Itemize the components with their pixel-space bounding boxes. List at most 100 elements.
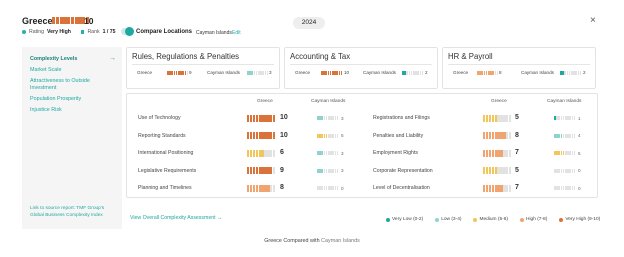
row-label: Planning and Timelines (138, 185, 192, 191)
sidebar-item-attractiveness[interactable]: Attractiveness to Outside Investment (30, 78, 116, 91)
arrow-right-icon: → (109, 55, 116, 62)
legend: Very Low (0-2) Low (3-4) Medium (5-6) Hi… (386, 217, 600, 222)
row-label: Reporting Standards (138, 132, 186, 139)
card-bar-b (247, 70, 269, 75)
card-accounting-tax[interactable]: Accounting & Tax Greece 10 Cayman Island… (284, 47, 438, 89)
row-label: Legislative Requirements (138, 167, 197, 174)
country-name: Greece (22, 16, 53, 26)
row-bar-cayman (317, 151, 339, 155)
row-bar-cayman (554, 133, 576, 138)
row-score-greece: 9 (280, 166, 284, 174)
row-bar-greece (247, 149, 276, 157)
card-scores-row: Greece 10 Cayman Islands 2 (295, 70, 431, 76)
compare-toggle[interactable] (121, 27, 134, 36)
legend-item: Very Low (0-2) (386, 217, 423, 222)
close-icon[interactable]: × (590, 15, 596, 26)
sidebar-item-population-prosperity[interactable]: Population Prosperity (30, 96, 81, 103)
row-bar-cayman (317, 168, 339, 173)
row-label: Registrations and Filings (373, 115, 430, 121)
row-label: International Positioning (138, 150, 194, 156)
footer-prefix: Greece Compared with (264, 238, 320, 244)
row-bar-greece (483, 114, 512, 122)
legend-item: Low (3-4) (435, 217, 461, 222)
card-scores-row: Greece 8 Cayman Islands 2 (453, 70, 589, 76)
row-score-greece: 7 (515, 149, 519, 156)
divider (290, 64, 432, 65)
row-score-greece: 6 (280, 149, 284, 156)
card-bar-a (321, 70, 343, 75)
row-score-greece: 8 (515, 131, 519, 139)
row-label: Employment Rights (373, 150, 418, 156)
row-score-cayman: 3 (341, 168, 344, 173)
row-score-greece: 10 (280, 114, 288, 121)
card-score-b: 3 (269, 70, 272, 75)
comparison-footer: Greece Compared with Cayman Islands (0, 238, 624, 244)
row-score-cayman: 3 (341, 150, 344, 156)
legend-label: Very Low (0-2) (392, 217, 424, 222)
legend-dot-icon (435, 217, 440, 222)
row-score-greece: 5 (515, 114, 519, 121)
row-bar-cayman (554, 186, 576, 190)
compare-label: Compare Locations (136, 29, 193, 35)
row-score-greece: 8 (280, 184, 284, 191)
row-bar-greece (483, 132, 512, 139)
rank-label: Rank (87, 29, 100, 35)
row-label: Penalties and Liability (373, 132, 424, 139)
sidebar: Complexity Levels → Market Scale Attract… (22, 47, 122, 229)
card-label-a: Greece (137, 70, 153, 75)
toggle-knob (125, 27, 134, 36)
row-bar-cayman (554, 168, 576, 173)
row-score-cayman: 4 (578, 133, 581, 138)
legend-label: High (7-8) (526, 217, 548, 222)
view-overall-assessment-link[interactable]: View Overall Complexity Assessment → (130, 215, 222, 221)
divider (132, 64, 274, 65)
rank-square-icon (80, 30, 85, 34)
row-bar-cayman (317, 116, 339, 120)
row-bar-greece (247, 184, 276, 192)
row-score-cayman: 0 (578, 185, 581, 191)
card-score-b: 2 (583, 70, 586, 75)
complexity-detail-panel: Greece Cayman Islands Greece Cayman Isla… (126, 93, 598, 198)
sidebar-item-complexity-levels[interactable]: Complexity Levels (30, 56, 77, 63)
card-score-a: 8 (499, 70, 502, 75)
row-score-cayman: 5 (578, 150, 581, 156)
card-title: Rules, Regulations & Penalties (132, 52, 240, 61)
row-bar-cayman (317, 133, 339, 138)
row-bar-greece (483, 167, 512, 174)
divider (448, 64, 590, 65)
card-hr-payroll[interactable]: HR & Payroll Greece 8 Cayman Islands 2 (442, 47, 596, 89)
col-header-greece-right: Greece (491, 99, 507, 104)
card-rules-regulations[interactable]: Rules, Regulations & Penalties Greece 9 … (126, 47, 280, 89)
card-bar-b (560, 70, 582, 75)
row-score-greece: 7 (515, 184, 519, 191)
row-score-cayman: 3 (341, 115, 344, 121)
col-header-greece-left: Greece (257, 99, 273, 104)
card-bar-b (402, 70, 424, 75)
sidebar-item-market-scale[interactable]: Market Scale (30, 67, 61, 74)
compare-location: Cayman Islands (196, 30, 232, 36)
overall-score: 10 (84, 16, 94, 26)
row-bar-greece (247, 167, 276, 174)
rank-value: 1 / 75 (102, 29, 116, 35)
card-title: HR & Payroll (448, 52, 493, 61)
row-bar-cayman (554, 151, 576, 155)
legend-dot-icon (386, 217, 390, 222)
card-label-a: Greece (453, 70, 469, 75)
row-bar-cayman (554, 116, 576, 120)
row-score-cayman: 0 (341, 185, 344, 191)
source-report-link[interactable]: Link to source report: TMF Group's Globa… (30, 206, 116, 219)
row-bar-greece (247, 114, 276, 122)
legend-label: Medium (5-6) (479, 217, 508, 222)
sidebar-item-injustice-risk[interactable]: Injustice Risk (30, 107, 62, 114)
col-header-cayman-left: Cayman Islands (311, 99, 346, 104)
year-selector[interactable]: 2024 (293, 17, 325, 29)
legend-dot-icon (520, 217, 524, 222)
card-score-a: 10 (344, 70, 350, 75)
legend-item: High (7-8) (520, 217, 547, 222)
card-label-b: Cayman Islands (207, 70, 240, 75)
legend-item: Very High (9-10) (559, 217, 600, 222)
row-score-greece: 5 (515, 166, 519, 174)
rating-dot-icon (22, 30, 26, 34)
row-bar-greece (247, 132, 276, 139)
edit-link[interactable]: Edit (232, 30, 241, 36)
